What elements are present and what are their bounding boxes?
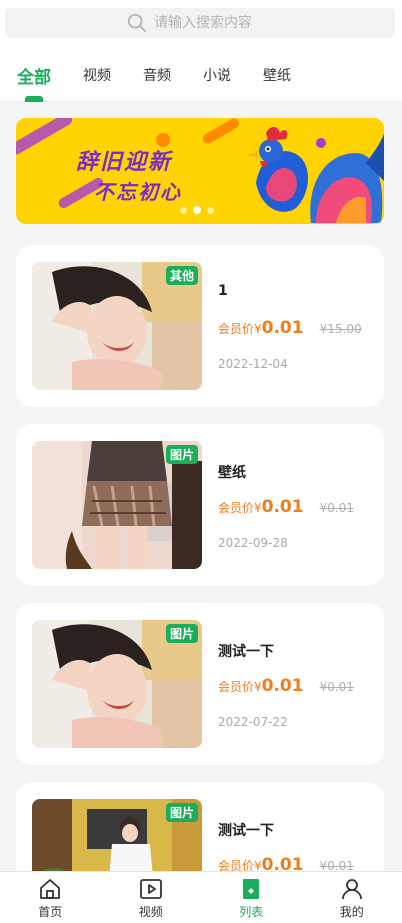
list-icon — [243, 879, 260, 899]
tab-all[interactable]: 全部 — [17, 63, 51, 88]
item-date: 2022-07-22 — [218, 715, 288, 729]
member-price: 0.01 — [261, 497, 304, 517]
tabbar-home[interactable]: 首页 — [0, 872, 101, 923]
member-price: 0.01 — [261, 676, 304, 696]
tabbar-video[interactable]: 视频 — [101, 872, 202, 923]
tabbar-list[interactable]: 列表 — [201, 872, 302, 923]
price-row: 会员价¥ 0.01 ¥15.00 — [218, 318, 362, 338]
tabbar-mine[interactable]: 我的 — [302, 872, 402, 923]
item-title: 测试一下 — [218, 644, 274, 660]
list-item[interactable]: 其他 1 会员价¥ 0.01 ¥15.00 2022-12-04 — [16, 245, 384, 407]
member-price-label: 会员价¥ — [218, 501, 262, 515]
home-icon — [40, 879, 61, 899]
item-thumbnail: 图片 — [32, 441, 202, 569]
banner-stripe — [16, 118, 75, 157]
category-tabs: 全部 视频 音频 小说 壁纸 — [0, 60, 402, 102]
member-price-label: 会员价¥ — [218, 680, 262, 694]
category-badge: 图片 — [165, 624, 198, 643]
list-item[interactable]: 图片 壁纸 会员价¥ 0.01 ¥0.01 2022-09-28 — [16, 424, 384, 586]
member-price: 0.01 — [261, 318, 304, 338]
carousel-dot[interactable] — [180, 206, 187, 214]
tabbar-label: 列表 — [239, 905, 264, 919]
tab-audio[interactable]: 音频 — [143, 65, 171, 85]
search-bar[interactable] — [5, 8, 395, 38]
item-date: 2022-12-04 — [218, 357, 288, 371]
original-price: ¥0.01 — [319, 680, 354, 694]
promo-banner[interactable]: 辞旧迎新 不忘初心 — [16, 118, 384, 224]
search-icon — [127, 13, 147, 33]
item-title: 测试一下 — [218, 823, 274, 839]
tabbar-label: 首页 — [38, 905, 63, 919]
banner-text-line2: 不忘初心 — [94, 180, 182, 204]
tab-video[interactable]: 视频 — [83, 65, 111, 85]
original-price: ¥0.01 — [319, 501, 354, 515]
tab-wallpaper[interactable]: 壁纸 — [263, 65, 291, 85]
category-badge: 图片 — [165, 445, 198, 464]
search-input[interactable] — [154, 15, 274, 31]
carousel-dots — [180, 206, 214, 214]
carousel-dot[interactable] — [207, 206, 214, 214]
category-badge: 其他 — [165, 266, 198, 285]
item-title: 1 — [218, 283, 228, 299]
user-icon — [341, 879, 362, 900]
top-header: 全部 视频 音频 小说 壁纸 — [0, 0, 402, 102]
member-price-label: 会员价¥ — [218, 322, 262, 336]
item-title: 壁纸 — [218, 465, 246, 481]
list-item[interactable]: 图片 测试一下 会员价¥ 0.01 ¥0.01 2022-07-22 — [16, 603, 384, 765]
tabbar-label: 我的 — [339, 905, 364, 919]
video-icon — [139, 879, 162, 899]
price-row: 会员价¥ 0.01 ¥0.01 — [218, 676, 354, 696]
banner-text-line1: 辞旧迎新 — [76, 150, 173, 175]
rooster-illustration — [248, 127, 384, 223]
bottom-tab-bar: 首页 视频 列表 我的 — [0, 871, 402, 923]
carousel-dot-active[interactable] — [193, 206, 201, 214]
category-badge: 图片 — [165, 803, 198, 822]
tabbar-label: 视频 — [138, 905, 163, 919]
price-row: 会员价¥ 0.01 ¥0.01 — [218, 497, 354, 517]
item-thumbnail: 其他 — [32, 262, 202, 390]
item-date: 2022-09-28 — [218, 536, 288, 550]
original-price: ¥15.00 — [319, 322, 362, 336]
tab-active-indicator — [25, 96, 43, 102]
tab-novel[interactable]: 小说 — [203, 65, 231, 85]
item-thumbnail: 图片 — [32, 620, 202, 748]
